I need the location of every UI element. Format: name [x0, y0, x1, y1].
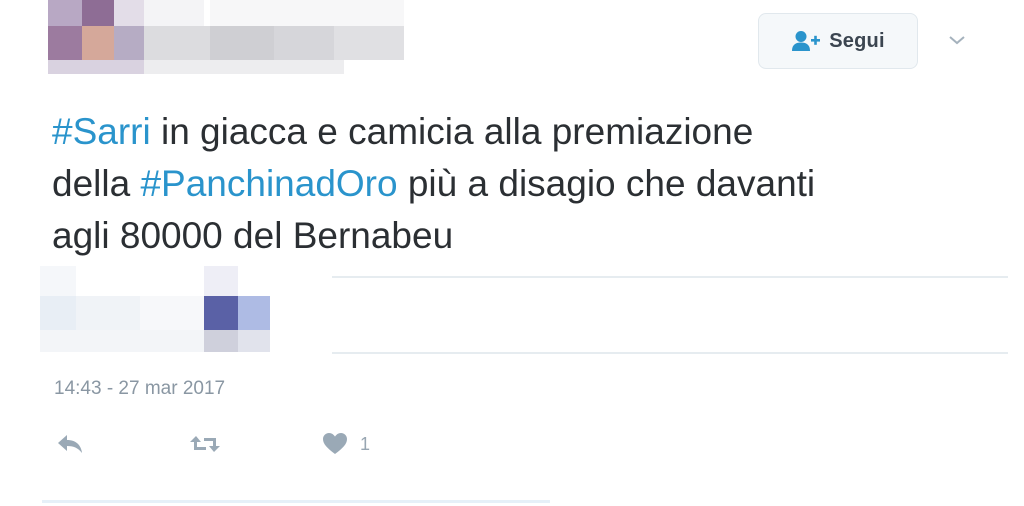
- name-pixel: [334, 26, 404, 60]
- reply-icon: [56, 432, 84, 456]
- card-pixel: [238, 296, 270, 330]
- tweet-text-line: della #PanchinadOro più a disagio che da…: [52, 158, 982, 210]
- card-pixel: [40, 266, 76, 296]
- card-divider: [332, 352, 1008, 354]
- chevron-down-icon[interactable]: [944, 30, 970, 50]
- card-pixel: [204, 296, 238, 330]
- tweet-text-segment: della: [52, 163, 141, 204]
- retweet-button[interactable]: [188, 428, 222, 460]
- media-card-pixelated[interactable]: [40, 266, 1008, 356]
- card-pixel: [40, 296, 76, 330]
- tweet-text-line: #Sarri in giacca e camicia alla premiazi…: [52, 106, 982, 158]
- retweet-icon: [188, 432, 222, 456]
- avatar-pixel: [114, 0, 144, 26]
- reply-button[interactable]: [56, 428, 84, 460]
- author-header-pixelated[interactable]: [44, 0, 414, 80]
- avatar-pixel: [48, 26, 82, 60]
- follow-button[interactable]: Segui: [758, 13, 918, 69]
- card-pixel: [238, 330, 270, 352]
- name-pixel: [144, 60, 344, 74]
- heart-icon: [322, 432, 348, 456]
- avatar-pixel: [114, 26, 144, 60]
- name-pixel: [144, 26, 210, 60]
- name-pixel: [210, 0, 404, 26]
- card-pixel: [40, 330, 204, 352]
- like-button[interactable]: 1: [322, 428, 370, 460]
- avatar-pixel: [48, 60, 144, 74]
- tweet-text-segment: più a disagio che davanti: [397, 163, 816, 204]
- tweet-text: #Sarri in giacca e camicia alla premiazi…: [52, 106, 982, 262]
- tweet-text-line: agli 80000 del Bernabeu: [52, 210, 982, 262]
- card-divider: [332, 276, 1008, 278]
- add-user-icon: [791, 30, 821, 52]
- hashtag-link[interactable]: #Sarri: [52, 111, 151, 152]
- hashtag-link[interactable]: #PanchinadOro: [140, 163, 397, 204]
- like-count: 1: [360, 433, 371, 454]
- card-pixel: [76, 296, 140, 330]
- tweet-text-segment: agli 80000 del Bernabeu: [52, 215, 454, 256]
- avatar-pixel: [48, 0, 82, 26]
- card-pixel: [140, 296, 204, 330]
- follow-button-label: Segui: [829, 29, 885, 52]
- tweet-card: Segui #Sarri in giacca e camicia alla pr…: [0, 0, 1024, 506]
- bottom-divider: [42, 500, 550, 503]
- tweet-text-segment: in giacca e camicia alla premiazione: [150, 111, 754, 152]
- name-pixel: [210, 26, 274, 60]
- tweet-timestamp[interactable]: 14:43 - 27 mar 2017: [54, 378, 225, 400]
- avatar-pixel: [82, 26, 114, 60]
- name-pixel: [274, 26, 334, 60]
- name-pixel: [144, 0, 204, 26]
- avatar-pixel: [82, 0, 114, 26]
- card-pixel: [204, 330, 238, 352]
- card-pixel: [204, 266, 238, 296]
